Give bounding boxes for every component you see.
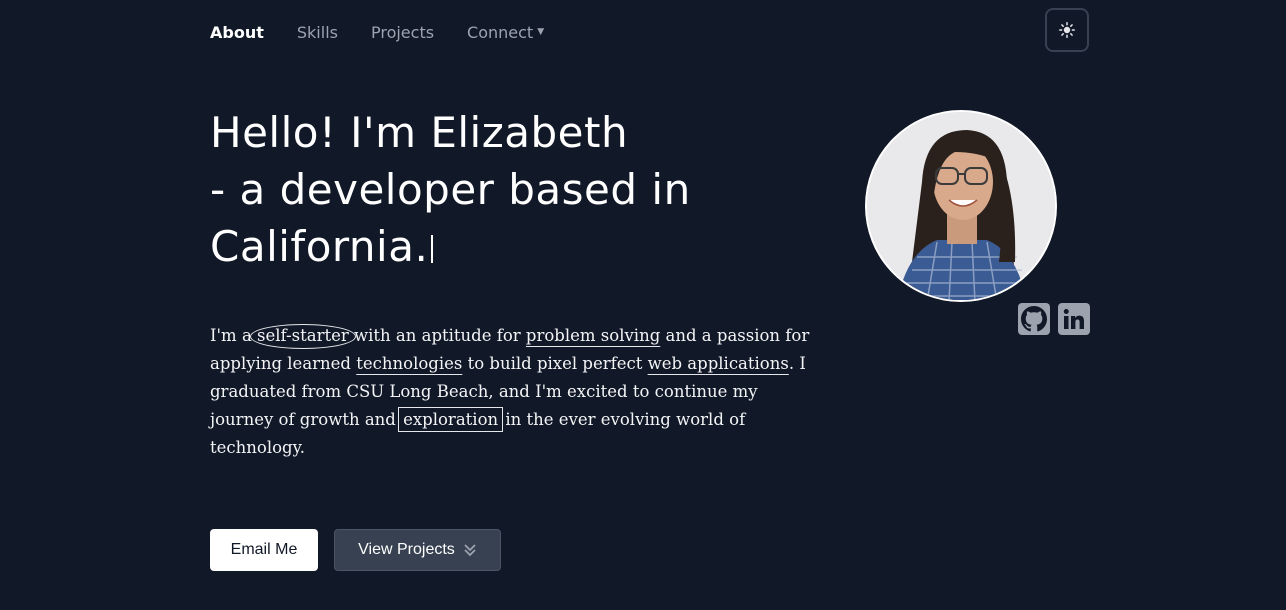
heading-line-3: California. (210, 222, 429, 271)
highlight-web-applications: web applications (647, 354, 789, 373)
main-nav: About Skills Projects Connect ▼ (210, 0, 577, 64)
nav-skills-label: Skills (296, 22, 338, 42)
bio-paragraph: I'm a self-starter with an aptitude for … (210, 322, 810, 462)
email-me-label: Email Me (230, 541, 298, 558)
view-projects-button[interactable]: View Projects (334, 529, 501, 571)
chevron-double-down-icon (464, 544, 476, 557)
heading-line-2: - a developer based in (210, 165, 691, 214)
bio-text: with an aptitude for (348, 326, 526, 345)
profile-photo (865, 110, 1057, 302)
nav-projects-label: Projects (370, 22, 435, 42)
sun-icon (1059, 22, 1075, 38)
github-link[interactable] (1018, 303, 1050, 335)
theme-toggle-button[interactable] (1045, 8, 1089, 52)
highlight-problem-solving: problem solving (525, 326, 661, 345)
linkedin-icon (1063, 309, 1084, 329)
email-me-button[interactable]: Email Me (210, 529, 318, 571)
nav-connect[interactable]: Connect ▼ (467, 23, 544, 42)
view-projects-label: View Projects (358, 541, 455, 558)
highlight-technologies: technologies (356, 354, 463, 373)
nav-about[interactable]: About (210, 23, 264, 42)
nav-projects[interactable]: Projects (371, 23, 434, 42)
heading-line-1: Hello! I'm Elizabeth (210, 108, 629, 157)
linkedin-link[interactable] (1058, 303, 1090, 335)
nav-skills[interactable]: Skills (297, 23, 338, 42)
nav-connect-label: Connect (467, 22, 534, 42)
hero-heading: Hello! I'm Elizabeth - a developer based… (210, 104, 691, 275)
github-icon (1021, 306, 1047, 332)
nav-about-label: About (210, 22, 264, 42)
highlight-self-starter: self-starter (257, 326, 349, 345)
highlight-exploration: exploration (398, 407, 504, 432)
bio-text: to build pixel perfect (462, 354, 648, 373)
profile-photo-illustration (867, 112, 1055, 300)
typing-cursor (431, 235, 434, 263)
caret-down-icon: ▼ (537, 27, 545, 37)
